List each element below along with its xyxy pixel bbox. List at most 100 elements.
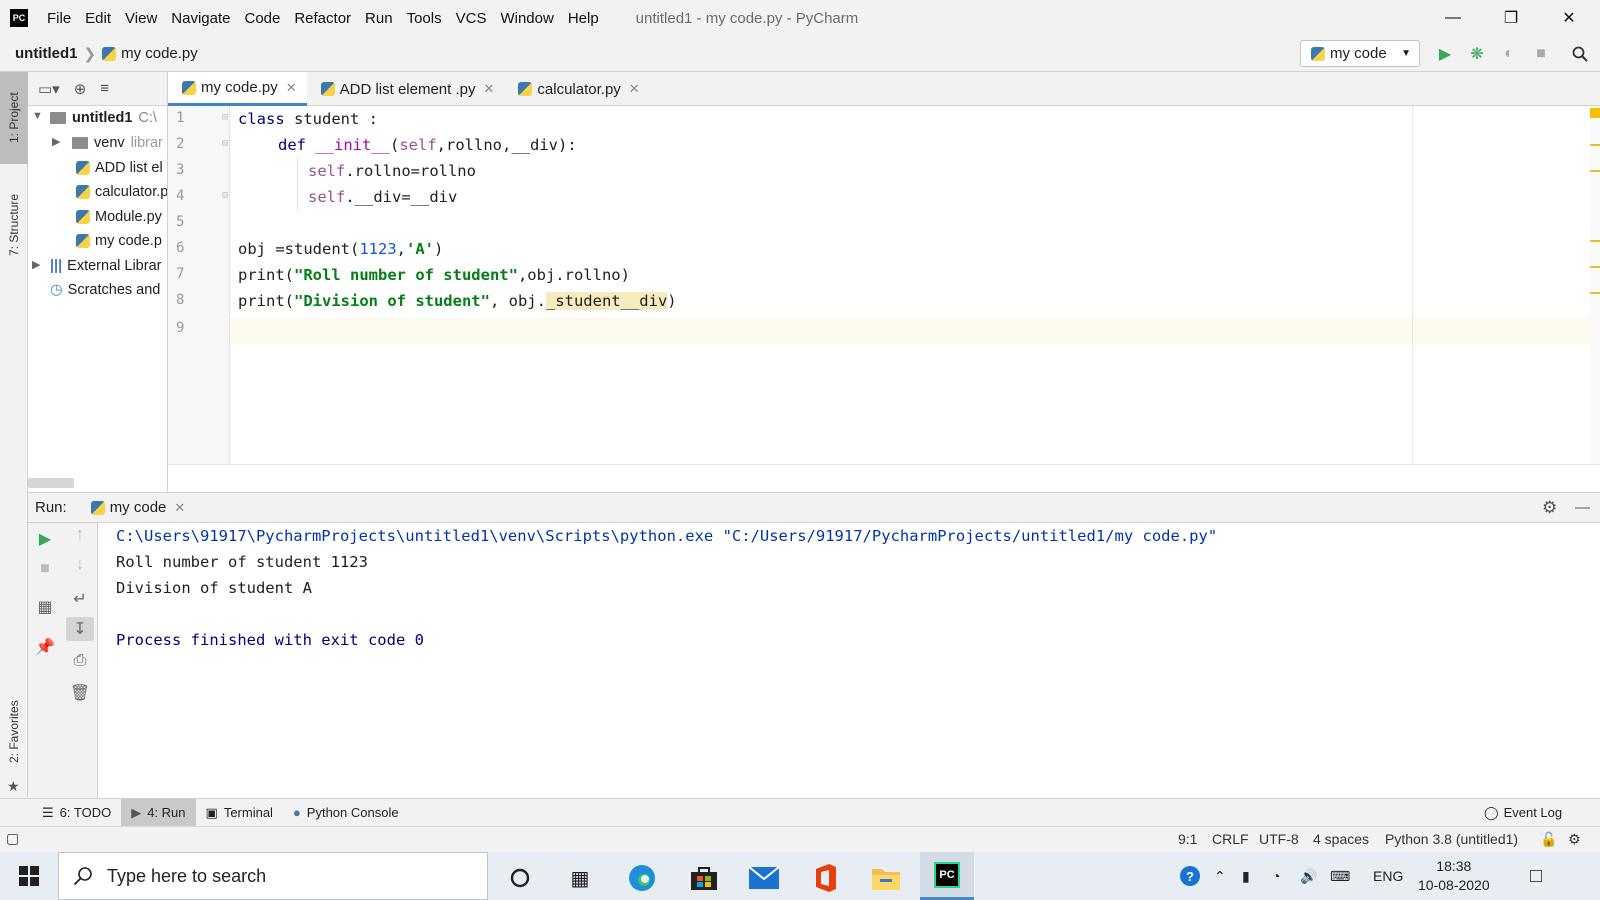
task-view-icon[interactable]: ▦ — [558, 858, 602, 898]
tree-item-file[interactable]: ADD list el — [76, 156, 163, 180]
inspector-icon[interactable]: ⚙ — [1568, 831, 1581, 848]
console-output[interactable]: C:\Users\91917\PycharmProjects\untitled1… — [116, 523, 1217, 653]
run-with-coverage-icon[interactable]: ◐ — [1499, 44, 1519, 64]
tab-calculator[interactable]: calculator.py ✕ — [504, 72, 649, 106]
layout-icon[interactable]: ▦ — [33, 595, 57, 619]
tree-item-file[interactable]: my code.p — [76, 229, 162, 253]
fold-icon[interactable]: ⊟ — [222, 112, 228, 123]
status-interpreter[interactable]: Python 3.8 (untitled1) — [1385, 831, 1518, 847]
hide-panel-icon[interactable]: — — [1575, 499, 1590, 516]
taskbar-search-input[interactable]: Type here to search — [58, 852, 488, 900]
breadcrumb-file[interactable]: my code.py — [121, 45, 198, 62]
menu-edit[interactable]: Edit — [78, 10, 118, 27]
tray-clock[interactable]: 18:38 10-08-2020 — [1418, 852, 1490, 900]
tab-terminal[interactable]: ▣ Terminal — [196, 799, 283, 827]
horizontal-scrollbar[interactable] — [28, 478, 74, 488]
status-line-separator[interactable]: CRLF — [1212, 831, 1249, 847]
fold-icon[interactable]: ⊟ — [222, 190, 228, 201]
menu-view[interactable]: View — [118, 10, 164, 27]
windows-start-icon[interactable] — [0, 852, 58, 900]
menu-tools[interactable]: Tools — [400, 10, 449, 27]
code-editor[interactable]: 1 2 3 4 5 6 7 8 9 ⊟ ⊟ ⊟ class student : … — [168, 106, 1600, 464]
office-icon[interactable] — [804, 858, 848, 898]
run-tab-my-code[interactable]: my code ✕ — [90, 499, 185, 516]
cortana-icon[interactable] — [498, 858, 542, 898]
file-explorer-icon[interactable] — [864, 858, 908, 898]
tree-item-file[interactable]: calculator.p — [76, 180, 167, 204]
wifi-icon[interactable]: ◔ — [1272, 852, 1280, 900]
stripe-project-tab[interactable]: 1: Project — [0, 72, 28, 164]
arrow-up-icon[interactable]: ↑ — [68, 523, 92, 547]
tree-item-file[interactable]: Module.py — [76, 205, 162, 229]
stop-icon[interactable]: ■ — [33, 557, 57, 581]
stripe-favorites-tab[interactable]: 2: Favorites — [0, 687, 28, 777]
tray-chevron-up-icon[interactable]: ⌃ — [1214, 852, 1226, 900]
warning-marker[interactable] — [1590, 144, 1600, 146]
trash-icon[interactable]: 🗑 — [68, 681, 92, 705]
tray-language[interactable]: ENG — [1373, 852, 1403, 900]
rerun-icon[interactable]: ▶ — [33, 527, 57, 551]
run-configuration-select[interactable]: my code ▼ — [1300, 40, 1420, 67]
battery-icon[interactable]: ▮ — [1242, 852, 1250, 900]
collapse-arrow-icon[interactable]: ▶ — [52, 135, 60, 148]
warning-marker[interactable] — [1590, 266, 1600, 268]
project-view-select-icon[interactable]: ▭▾ — [38, 80, 60, 98]
volume-icon[interactable]: 🔊 — [1300, 852, 1317, 900]
close-icon[interactable]: ✕ — [629, 81, 640, 97]
arrow-down-icon[interactable]: ↓ — [68, 553, 92, 577]
menu-file[interactable]: File — [40, 10, 78, 27]
status-caret-position[interactable]: 9:1 — [1178, 831, 1197, 847]
menu-vcs[interactable]: VCS — [449, 10, 494, 27]
fold-icon[interactable]: ⊟ — [222, 138, 228, 149]
action-center-icon[interactable]: □ — [1530, 852, 1542, 900]
menu-run[interactable]: Run — [358, 10, 400, 27]
event-log-button[interactable]: ◯ Event Log — [1474, 799, 1572, 827]
menu-refactor[interactable]: Refactor — [287, 10, 358, 27]
status-encoding[interactable]: UTF-8 — [1259, 831, 1299, 847]
warning-marker[interactable] — [1590, 240, 1600, 242]
tree-item-venv[interactable]: venv librar — [72, 131, 163, 155]
toggle-tool-windows-icon[interactable]: ▢ — [6, 830, 19, 847]
debug-bug-icon[interactable]: ❋ — [1467, 44, 1487, 64]
collapse-arrow-icon[interactable]: ▶ — [32, 258, 40, 271]
breadcrumb-project[interactable]: untitled1 — [15, 45, 78, 62]
run-icon[interactable]: ▶ — [1435, 44, 1455, 64]
warning-marker[interactable] — [1590, 170, 1600, 172]
tree-root[interactable]: untitled1 C:\ — [50, 106, 157, 130]
tab-run[interactable]: ▶ 4: Run — [121, 798, 196, 827]
warning-indicator-icon[interactable] — [1590, 108, 1600, 118]
tab-python-console[interactable]: ● Python Console — [283, 799, 409, 827]
keyboard-icon[interactable]: ⌨ — [1330, 852, 1350, 900]
locate-target-icon[interactable]: ⊕ — [74, 80, 87, 98]
menu-help[interactable]: Help — [561, 10, 606, 27]
gear-icon[interactable]: ⚙ — [1542, 498, 1557, 518]
edge-browser-icon[interactable] — [620, 858, 664, 898]
menu-navigate[interactable]: Navigate — [164, 10, 237, 27]
soft-wrap-icon[interactable]: ↵ — [68, 587, 92, 611]
tree-item-scratches[interactable]: ◷ Scratches and — [50, 278, 160, 302]
close-icon[interactable]: ✕ — [484, 81, 495, 97]
warning-marker[interactable] — [1590, 292, 1600, 294]
tree-item-external-libraries[interactable]: ||| External Librar — [50, 254, 161, 278]
pin-icon[interactable]: 📌 — [33, 635, 57, 659]
expand-arrow-icon[interactable]: ▼ — [32, 110, 43, 122]
stop-icon[interactable]: ■ — [1531, 44, 1551, 64]
menu-code[interactable]: Code — [237, 10, 287, 27]
help-icon[interactable]: ? — [1178, 852, 1202, 900]
tab-add-list-element[interactable]: ADD list element .py ✕ — [307, 72, 505, 106]
close-icon[interactable]: ✕ — [174, 500, 185, 516]
search-icon[interactable] — [1570, 44, 1590, 64]
print-icon[interactable]: ⎙ — [68, 649, 92, 673]
minimize-icon[interactable]: — — [1424, 0, 1482, 36]
scroll-to-end-icon[interactable]: ↧ — [66, 617, 94, 641]
restore-icon[interactable]: ❐ — [1482, 0, 1540, 36]
close-icon[interactable]: ✕ — [1540, 0, 1598, 36]
tab-todo[interactable]: ☰ 6: TODO — [32, 799, 121, 827]
close-icon[interactable]: ✕ — [286, 80, 297, 96]
store-icon[interactable] — [682, 858, 726, 898]
pycharm-taskbar-icon[interactable]: PC — [920, 852, 974, 900]
collapse-all-icon[interactable]: ≡ — [100, 80, 109, 97]
status-indent[interactable]: 4 spaces — [1313, 831, 1369, 847]
lock-icon[interactable]: 🔓 — [1540, 831, 1557, 848]
menu-window[interactable]: Window — [493, 10, 560, 27]
